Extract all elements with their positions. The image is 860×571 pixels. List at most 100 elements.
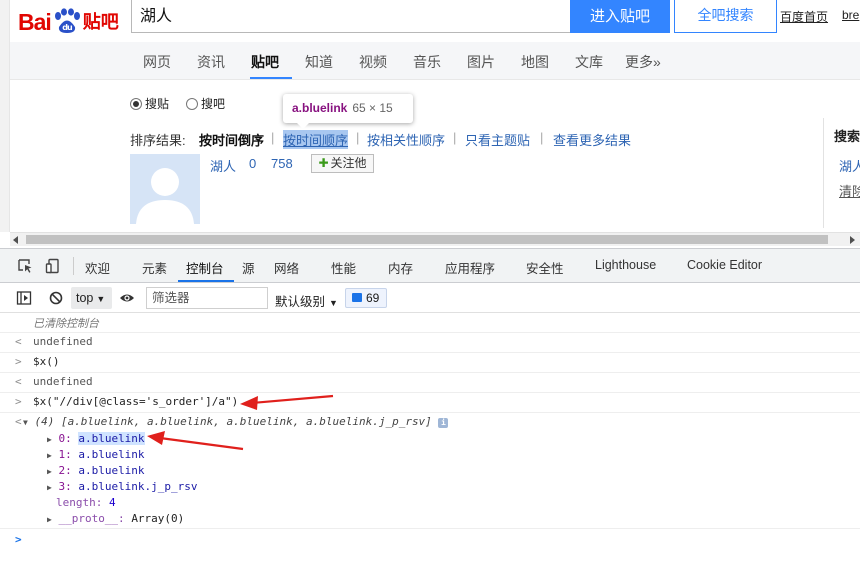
baidu-home-link[interactable]: 百度首页 — [780, 8, 828, 25]
array-item-1[interactable]: ▶ 1: a.bluelink — [47, 448, 145, 461]
input-marker-icon: > — [15, 355, 22, 368]
svg-text:du: du — [62, 23, 73, 32]
console-array-result: < ▼ (4) [a.bluelink, a.bluelink, a.bluel… — [0, 413, 860, 529]
nav-active-indicator — [250, 77, 292, 79]
nav-music[interactable]: 音乐 — [413, 52, 441, 72]
nav-video[interactable]: 视频 — [359, 52, 387, 72]
result-value: undefined — [33, 335, 93, 348]
element-link-selected[interactable]: a.bluelink — [78, 432, 145, 445]
expanded-triangle-icon: ▼ — [23, 418, 28, 427]
sort-time-desc[interactable]: 按时间倒序 — [199, 130, 264, 149]
proto-label: __proto__: — [58, 512, 125, 525]
nav-news[interactable]: 资讯 — [197, 52, 225, 72]
console-prompt[interactable]: > — [0, 529, 860, 571]
tab-console[interactable]: 控制台 — [186, 258, 224, 277]
devtools-tab-bar: 欢迎 元素 控制台 源 网络 性能 内存 应用程序 安全性 Lighthouse… — [0, 249, 860, 283]
page-horizontal-scrollbar[interactable] — [10, 232, 860, 246]
element-link[interactable]: a.bluelink — [78, 448, 144, 461]
scroll-left-icon[interactable] — [13, 236, 18, 244]
sort-time-asc-link[interactable]: 按时间顺序 — [283, 130, 349, 149]
tab-elements[interactable]: 元素 — [142, 258, 167, 277]
search-input[interactable]: 湖人 — [131, 0, 571, 33]
console-output[interactable]: 已清除控制台 < undefined > $x() < undefined > … — [0, 313, 860, 571]
right-column-clear-link[interactable]: 清除 — [839, 181, 860, 200]
forum-name-link[interactable]: 湖人 — [210, 156, 236, 175]
collapsed-triangle-icon: ▶ — [47, 515, 52, 524]
log-level-selector[interactable]: 默认级别 ▼ — [275, 291, 338, 310]
console-filter-input[interactable]: 筛选器 — [146, 287, 268, 309]
inspect-element-icon[interactable] — [17, 258, 33, 274]
tab-memory[interactable]: 内存 — [388, 258, 413, 277]
console-input-line: > $x() — [0, 353, 860, 373]
browser-viewport: Bai du 贴吧 湖人 进入贴吧 全吧搜索 百度首页 bre 网页 资讯 贴吧… — [0, 0, 860, 571]
sort-relevance-link[interactable]: 按相关性顺序 — [367, 130, 445, 149]
more-results-link[interactable]: 查看更多结果 — [553, 130, 631, 149]
logo-text-bai: Bai — [18, 9, 52, 35]
radio-unchecked-icon — [186, 98, 198, 110]
input-expression[interactable]: $x() — [33, 355, 60, 368]
search-all-forums-button[interactable]: 全吧搜索 — [674, 0, 777, 33]
element-link[interactable]: a.bluelink — [78, 464, 144, 477]
xpath-input-expression[interactable]: $x("//div[@class='s_order']/a") — [33, 395, 238, 408]
log-level-value: 默认级别 — [275, 295, 326, 309]
follow-button[interactable]: ✚ 关注他 — [311, 154, 374, 173]
tab-sources[interactable]: 源 — [242, 258, 255, 277]
tab-security[interactable]: 安全性 — [526, 258, 564, 277]
tab-performance[interactable]: 性能 — [331, 258, 356, 277]
nav-map[interactable]: 地图 — [521, 52, 549, 72]
array-item-0[interactable]: ▶ 0: a.bluelink — [47, 432, 145, 445]
array-index: 0: — [58, 432, 72, 445]
nav-images[interactable]: 图片 — [467, 52, 495, 72]
tab-cookie-editor[interactable]: Cookie Editor — [687, 258, 762, 272]
only-topic-link[interactable]: 只看主题贴 — [465, 130, 530, 149]
array-summary[interactable]: ▼ (4) [a.bluelink, a.bluelink, a.bluelin… — [23, 415, 449, 428]
scroll-right-icon[interactable] — [850, 236, 855, 244]
live-expression-eye-icon[interactable] — [119, 290, 135, 306]
issues-counter-button[interactable]: 69 — [345, 288, 387, 308]
tab-welcome[interactable]: 欢迎 — [85, 258, 110, 277]
length-label: length: — [56, 496, 103, 509]
paw-logo-icon: du — [54, 8, 80, 33]
forum-member-count: 0 — [249, 156, 257, 171]
forum-avatar[interactable] — [130, 154, 200, 224]
nav-zhidao[interactable]: 知道 — [305, 52, 333, 72]
nav-webpage[interactable]: 网页 — [143, 52, 171, 72]
right-column-item-link[interactable]: 湖人 — [839, 156, 860, 175]
element-link[interactable]: a.bluelink.j_p_rsv — [78, 480, 197, 493]
array-index: 3: — [58, 480, 72, 493]
plus-icon: ✚ — [318, 156, 329, 170]
radio-search-forums[interactable]: 搜吧 — [186, 95, 225, 112]
sidebar-toggle-icon[interactable] — [16, 290, 32, 306]
tab-network[interactable]: 网络 — [274, 258, 299, 277]
forum-post-count: 758 — [271, 156, 293, 171]
sort-separator: | — [271, 130, 275, 145]
enter-forum-button[interactable]: 进入贴吧 — [570, 0, 670, 33]
baidu-logo[interactable]: Bai du 贴吧 — [18, 4, 119, 35]
array-item-3[interactable]: ▶ 3: a.bluelink.j_p_rsv — [47, 480, 198, 493]
follow-label: 关注他 — [330, 156, 367, 170]
radio-search-posts[interactable]: 搜贴 — [130, 95, 169, 112]
active-tab-indicator — [178, 280, 234, 282]
inspect-element-tooltip: a.bluelink 65 × 15 — [283, 94, 413, 129]
context-selector[interactable]: top ▼ — [71, 287, 112, 309]
collapsed-triangle-icon: ▶ — [47, 451, 52, 460]
caret-down-icon: ▼ — [96, 294, 106, 304]
scrollbar-thumb[interactable] — [26, 235, 828, 244]
issues-count: 69 — [366, 291, 380, 305]
user-link[interactable]: bre — [842, 8, 859, 22]
clear-console-icon[interactable] — [48, 290, 64, 306]
tab-application[interactable]: 应用程序 — [445, 258, 495, 277]
array-item-2[interactable]: ▶ 2: a.bluelink — [47, 464, 145, 477]
array-proto[interactable]: ▶ __proto__: Array(0) — [47, 512, 184, 525]
device-toolbar-icon[interactable] — [45, 258, 61, 274]
info-icon: i — [438, 418, 449, 428]
console-toolbar: top ▼ 筛选器 默认级别 ▼ 69 — [0, 283, 860, 313]
collapsed-triangle-icon: ▶ — [47, 435, 52, 444]
nav-wenku[interactable]: 文库 — [575, 52, 603, 72]
tab-lighthouse[interactable]: Lighthouse — [595, 258, 656, 272]
radio-label: 搜贴 — [145, 97, 170, 111]
nav-more[interactable]: 更多» — [625, 52, 661, 72]
console-result: < undefined — [0, 373, 860, 393]
nav-tieba[interactable]: 贴吧 — [251, 52, 279, 72]
array-index: 1: — [58, 448, 72, 461]
